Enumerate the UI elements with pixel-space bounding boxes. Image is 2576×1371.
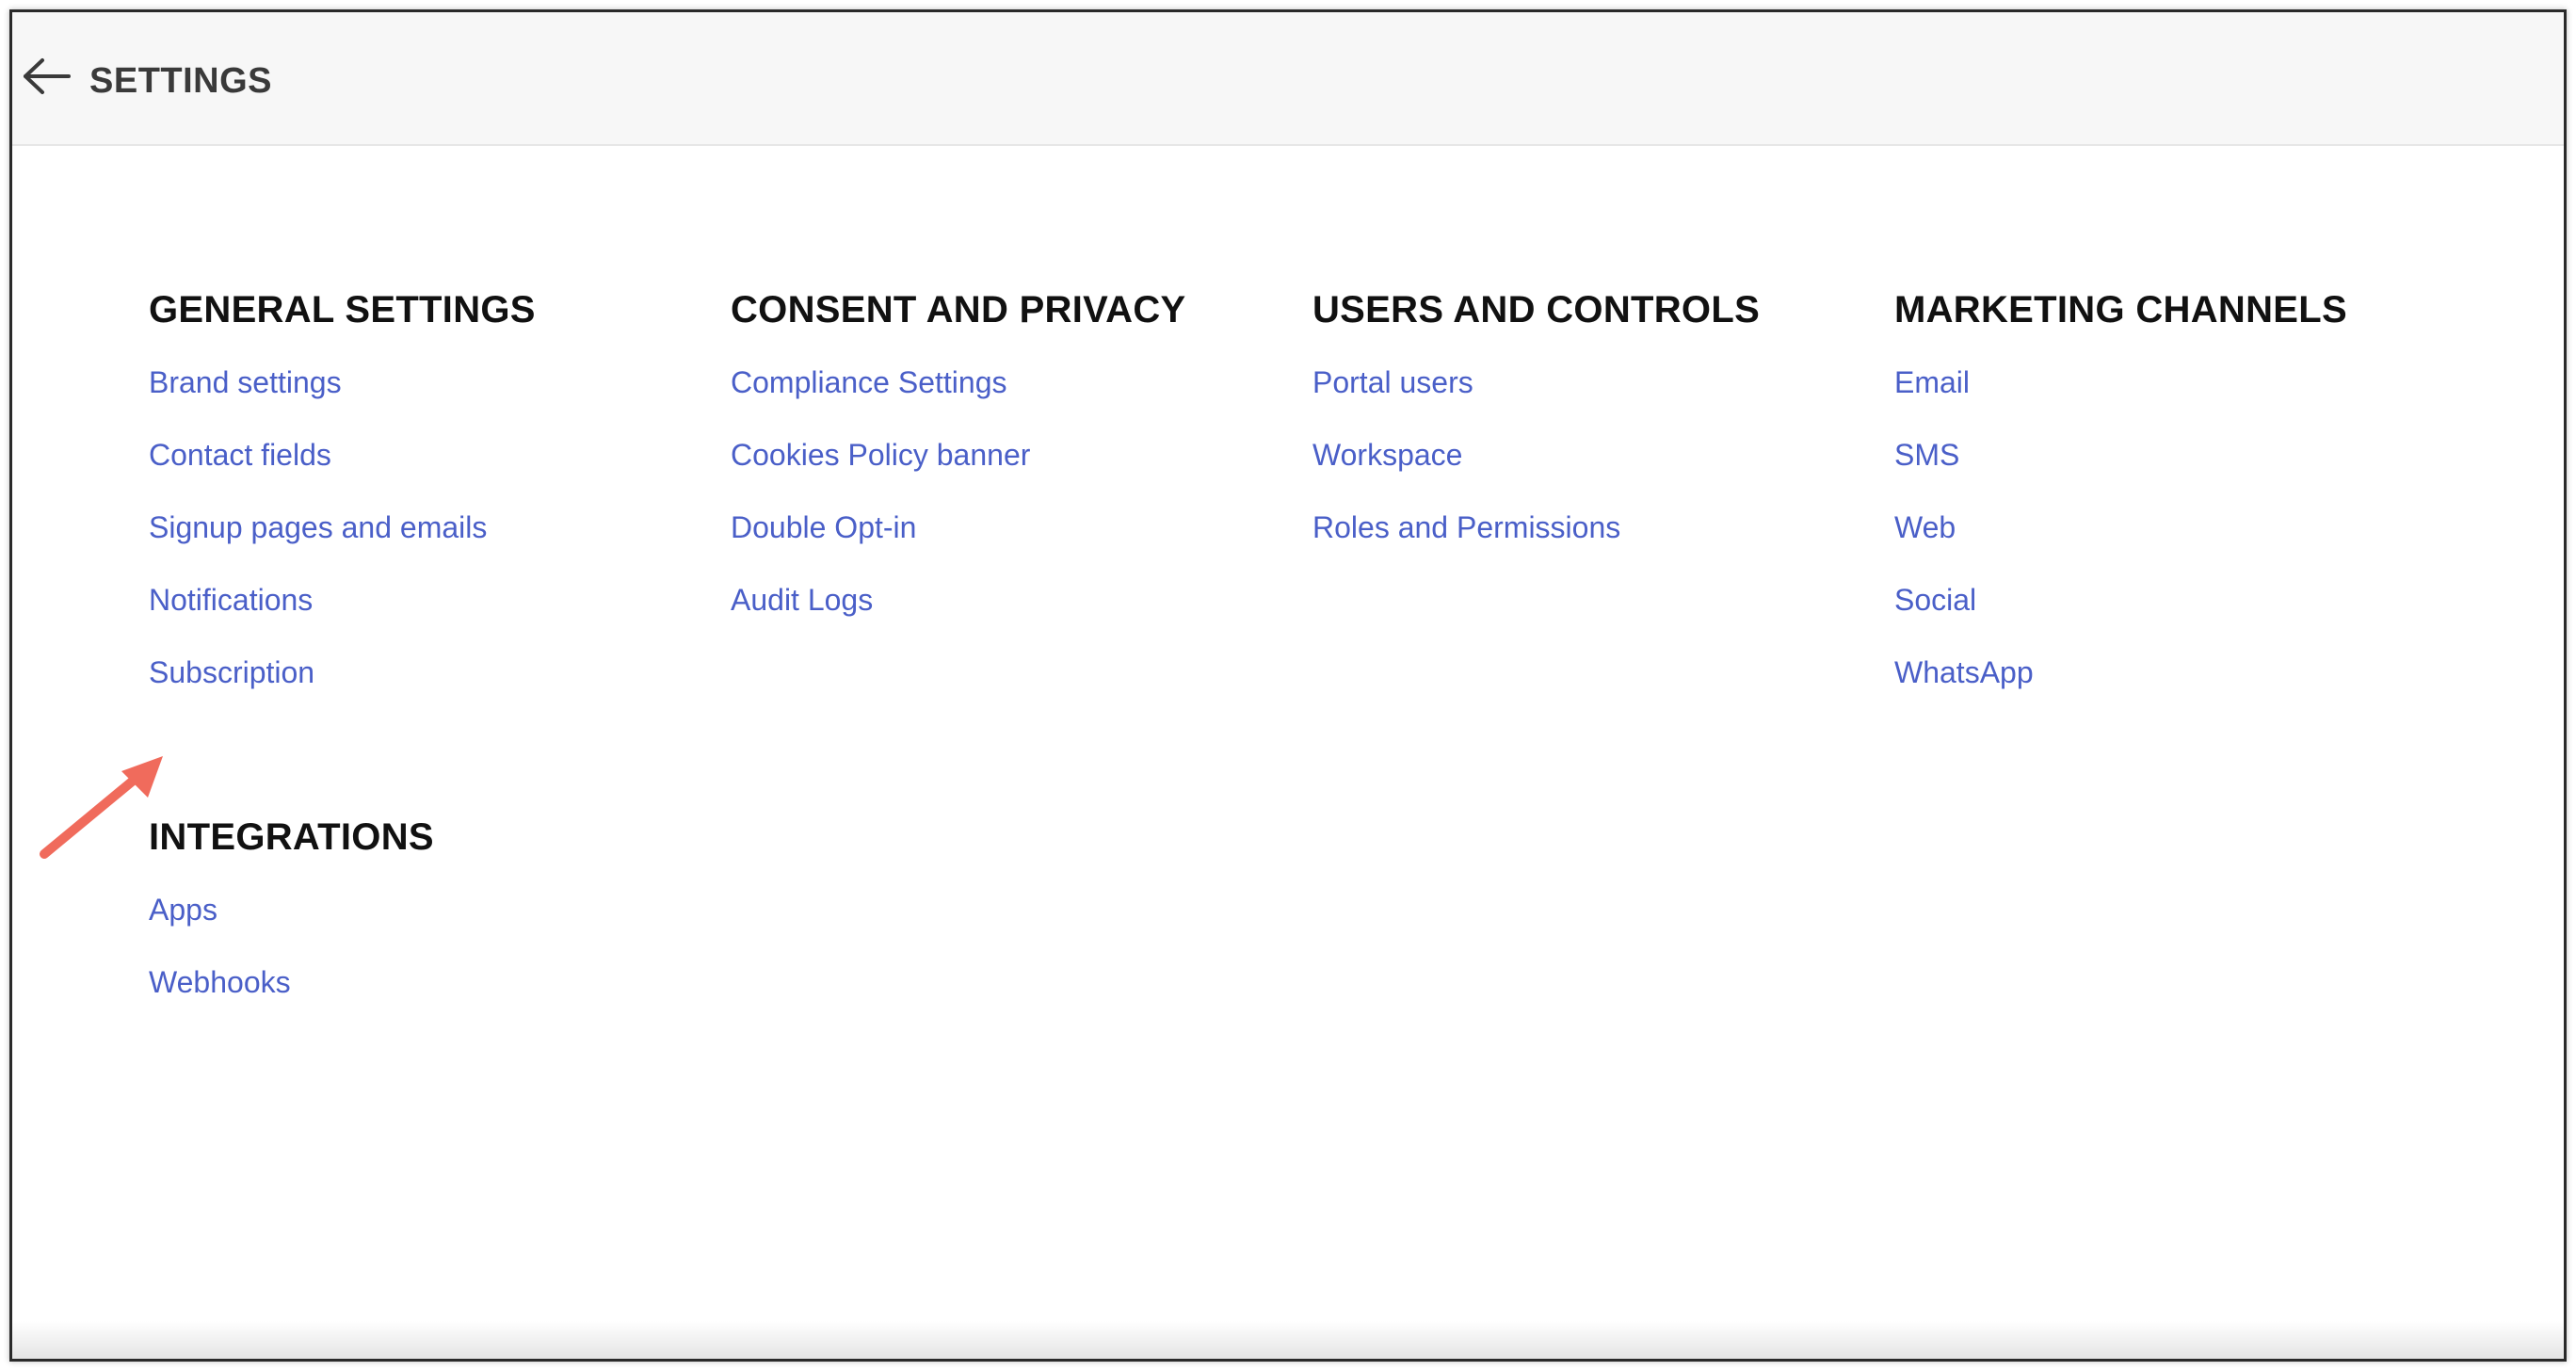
settings-window: SETTINGS GENERAL SETTINGS Brand settings… <box>9 9 2567 1362</box>
list-item: Signup pages and emails <box>149 510 714 583</box>
link-webhooks[interactable]: Webhooks <box>149 965 291 999</box>
section-title-general-settings: GENERAL SETTINGS <box>149 289 536 331</box>
list-item: Notifications <box>149 583 714 655</box>
list-item: Compliance Settings <box>731 365 1296 438</box>
list-item: Web <box>1894 510 2459 583</box>
marketing-channels-list: Email SMS Web Social WhatsApp <box>1894 365 2459 728</box>
section-marketing-channels: MARKETING CHANNELS Email SMS Web Social … <box>1894 289 2459 728</box>
link-roles-and-permissions[interactable]: Roles and Permissions <box>1312 510 1620 544</box>
list-item: Workspace <box>1312 438 1877 510</box>
section-integrations: INTEGRATIONS Apps Webhooks <box>149 816 714 1038</box>
consent-and-privacy-list: Compliance Settings Cookies Policy banne… <box>731 365 1296 655</box>
settings-content: GENERAL SETTINGS Brand settings Contact … <box>12 146 2564 1351</box>
section-consent-and-privacy: CONSENT AND PRIVACY Compliance Settings … <box>731 289 1296 655</box>
link-notifications[interactable]: Notifications <box>149 583 313 617</box>
link-web[interactable]: Web <box>1894 510 1956 544</box>
link-email[interactable]: Email <box>1894 365 1970 399</box>
link-audit-logs[interactable]: Audit Logs <box>731 583 873 617</box>
list-item: Email <box>1894 365 2459 438</box>
arrow-left-icon <box>24 58 71 94</box>
list-item: Apps <box>149 893 714 965</box>
section-general-settings: GENERAL SETTINGS Brand settings Contact … <box>149 289 714 728</box>
list-item: Subscription <box>149 655 714 728</box>
link-signup-pages-and-emails[interactable]: Signup pages and emails <box>149 510 487 544</box>
section-title-users-and-controls: USERS AND CONTROLS <box>1312 289 1761 331</box>
link-whatsapp[interactable]: WhatsApp <box>1894 655 2034 689</box>
back-button[interactable] <box>20 56 72 97</box>
page-title: SETTINGS <box>89 61 273 101</box>
general-settings-list: Brand settings Contact fields Signup pag… <box>149 365 714 728</box>
bottom-edge-shadow <box>12 1321 2564 1359</box>
list-item: Portal users <box>1312 365 1877 438</box>
link-portal-users[interactable]: Portal users <box>1312 365 1473 399</box>
section-title-integrations: INTEGRATIONS <box>149 816 434 858</box>
list-item: WhatsApp <box>1894 655 2459 728</box>
integrations-list: Apps Webhooks <box>149 893 714 1038</box>
section-users-and-controls: USERS AND CONTROLS Portal users Workspac… <box>1312 289 1877 583</box>
link-cookies-policy-banner[interactable]: Cookies Policy banner <box>731 438 1030 472</box>
users-and-controls-list: Portal users Workspace Roles and Permiss… <box>1312 365 1877 583</box>
link-social[interactable]: Social <box>1894 583 1976 617</box>
link-compliance-settings[interactable]: Compliance Settings <box>731 365 1006 399</box>
list-item: Cookies Policy banner <box>731 438 1296 510</box>
list-item: SMS <box>1894 438 2459 510</box>
link-apps[interactable]: Apps <box>149 893 217 927</box>
settings-header: SETTINGS <box>12 12 2564 146</box>
list-item: Social <box>1894 583 2459 655</box>
section-title-consent-and-privacy: CONSENT AND PRIVACY <box>731 289 1186 331</box>
list-item: Brand settings <box>149 365 714 438</box>
link-brand-settings[interactable]: Brand settings <box>149 365 342 399</box>
link-double-opt-in[interactable]: Double Opt-in <box>731 510 916 544</box>
list-item: Contact fields <box>149 438 714 510</box>
link-sms[interactable]: SMS <box>1894 438 1959 472</box>
list-item: Double Opt-in <box>731 510 1296 583</box>
list-item: Audit Logs <box>731 583 1296 655</box>
section-title-marketing-channels: MARKETING CHANNELS <box>1894 289 2347 331</box>
list-item: Webhooks <box>149 965 714 1038</box>
link-contact-fields[interactable]: Contact fields <box>149 438 331 472</box>
link-subscription[interactable]: Subscription <box>149 655 314 689</box>
link-workspace[interactable]: Workspace <box>1312 438 1462 472</box>
list-item: Roles and Permissions <box>1312 510 1877 583</box>
